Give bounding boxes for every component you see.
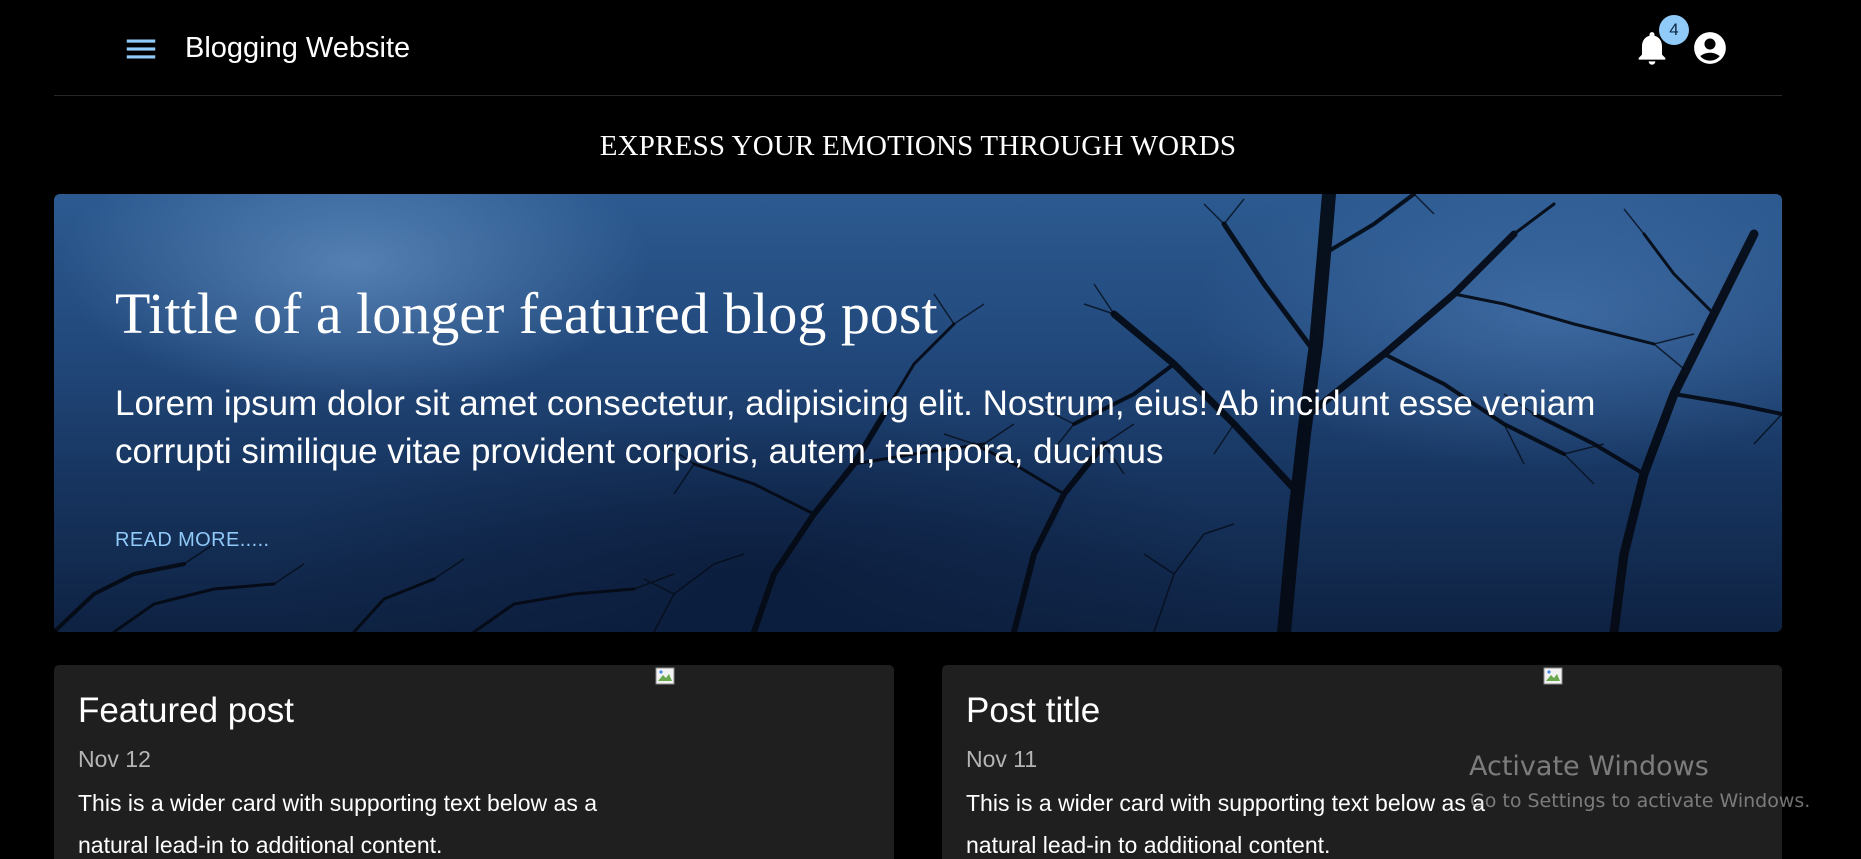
post-card[interactable]: Post title Nov 11 This is a wider card w… (942, 665, 1782, 859)
read-more-link[interactable]: READ MORE..... (115, 526, 270, 554)
hero-banner: Tittle of a longer featured blog post Lo… (54, 194, 1782, 632)
menu-button[interactable] (122, 30, 160, 68)
account-button[interactable] (1691, 29, 1729, 67)
post-title: Featured post (78, 691, 294, 730)
account-circle-icon (1694, 32, 1726, 64)
menu-icon (126, 39, 156, 59)
blog-page: Blogging Website 4 EXPRESS YOUR EMOTIONS… (0, 0, 1861, 859)
broken-image-icon (1543, 667, 1563, 685)
post-date: Nov 12 (78, 746, 151, 772)
hero-description: Lorem ipsum dolor sit amet consectetur, … (115, 384, 1596, 471)
broken-image-icon (655, 667, 675, 685)
app-bar: Blogging Website 4 (54, 0, 1782, 96)
post-excerpt: This is a wider card with supporting tex… (966, 790, 1486, 858)
app-title: Blogging Website (185, 32, 411, 64)
post-title: Post title (966, 691, 1101, 730)
post-excerpt: This is a wider card with supporting tex… (78, 790, 598, 858)
notification-badge: 4 (1659, 15, 1689, 45)
hero-title: Tittle of a longer featured blog post (115, 281, 938, 346)
post-card[interactable]: Featured post Nov 12 This is a wider car… (54, 665, 894, 859)
tagline: EXPRESS YOUR EMOTIONS THROUGH WORDS (599, 130, 1237, 162)
post-date: Nov 11 (966, 746, 1038, 772)
